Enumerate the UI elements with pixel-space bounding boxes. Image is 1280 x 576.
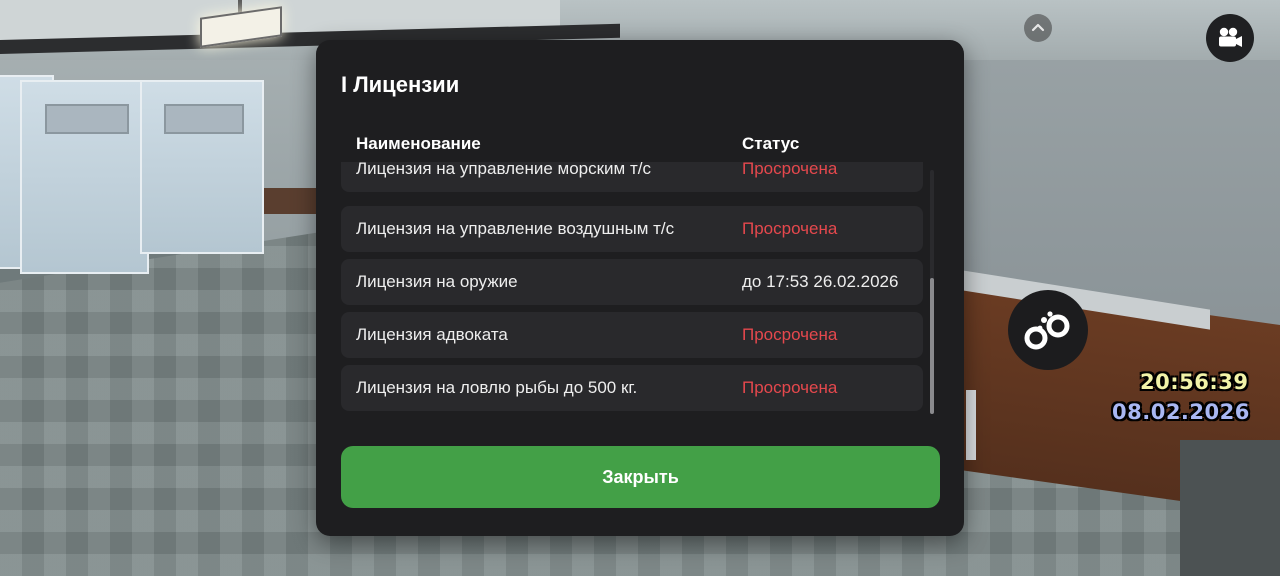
license-status: до 17:53 26.02.2026 xyxy=(742,272,899,291)
column-header-name: Наименование xyxy=(356,134,481,153)
license-name: Лицензия адвоката xyxy=(356,325,508,344)
license-row: Лицензия на управление воздушным т/с Про… xyxy=(341,206,923,252)
license-row: Лицензия на оружие до 17:53 26.02.2026 xyxy=(341,259,923,305)
video-camera-icon[interactable] xyxy=(1206,14,1254,62)
license-name: Лицензия на ловлю рыбы до 500 кг. xyxy=(356,378,638,397)
locker xyxy=(20,80,149,274)
license-name: Лицензия на управление морским т/с xyxy=(356,162,651,178)
license-status: Просрочена xyxy=(742,325,838,344)
chevron-up-icon[interactable] xyxy=(1024,14,1052,42)
game-date: 08.02.2026 xyxy=(1112,400,1250,424)
scrollbar-thumb[interactable] xyxy=(930,278,934,414)
table-leg xyxy=(966,390,976,460)
licenses-dialog: I Лицензии Наименование Статус Лицензия … xyxy=(316,40,964,536)
license-name: Лицензия на оружие xyxy=(356,272,518,291)
license-status: Просрочена xyxy=(742,219,838,238)
licenses-list[interactable]: Лицензия на управление морским т/с Проср… xyxy=(341,162,923,412)
handcuffs-icon[interactable] xyxy=(1008,290,1088,370)
license-row: Лицензия на управление морским т/с Проср… xyxy=(341,162,923,192)
game-clock: 20:56:39 xyxy=(1140,370,1249,394)
dialog-title: I Лицензии xyxy=(341,72,460,97)
license-row: Лицензия на ловлю рыбы до 500 кг. Просро… xyxy=(341,365,923,411)
license-status: Просрочена xyxy=(742,162,838,178)
close-button[interactable]: Закрыть xyxy=(341,446,940,508)
license-status: Просрочена xyxy=(742,378,838,397)
locker xyxy=(140,80,264,254)
column-header-status: Статус xyxy=(742,134,800,153)
license-name: Лицензия на управление воздушным т/с xyxy=(356,219,675,238)
floor-shadow xyxy=(1180,440,1280,576)
lockers xyxy=(0,75,270,275)
license-row: Лицензия адвоката Просрочена xyxy=(341,312,923,358)
